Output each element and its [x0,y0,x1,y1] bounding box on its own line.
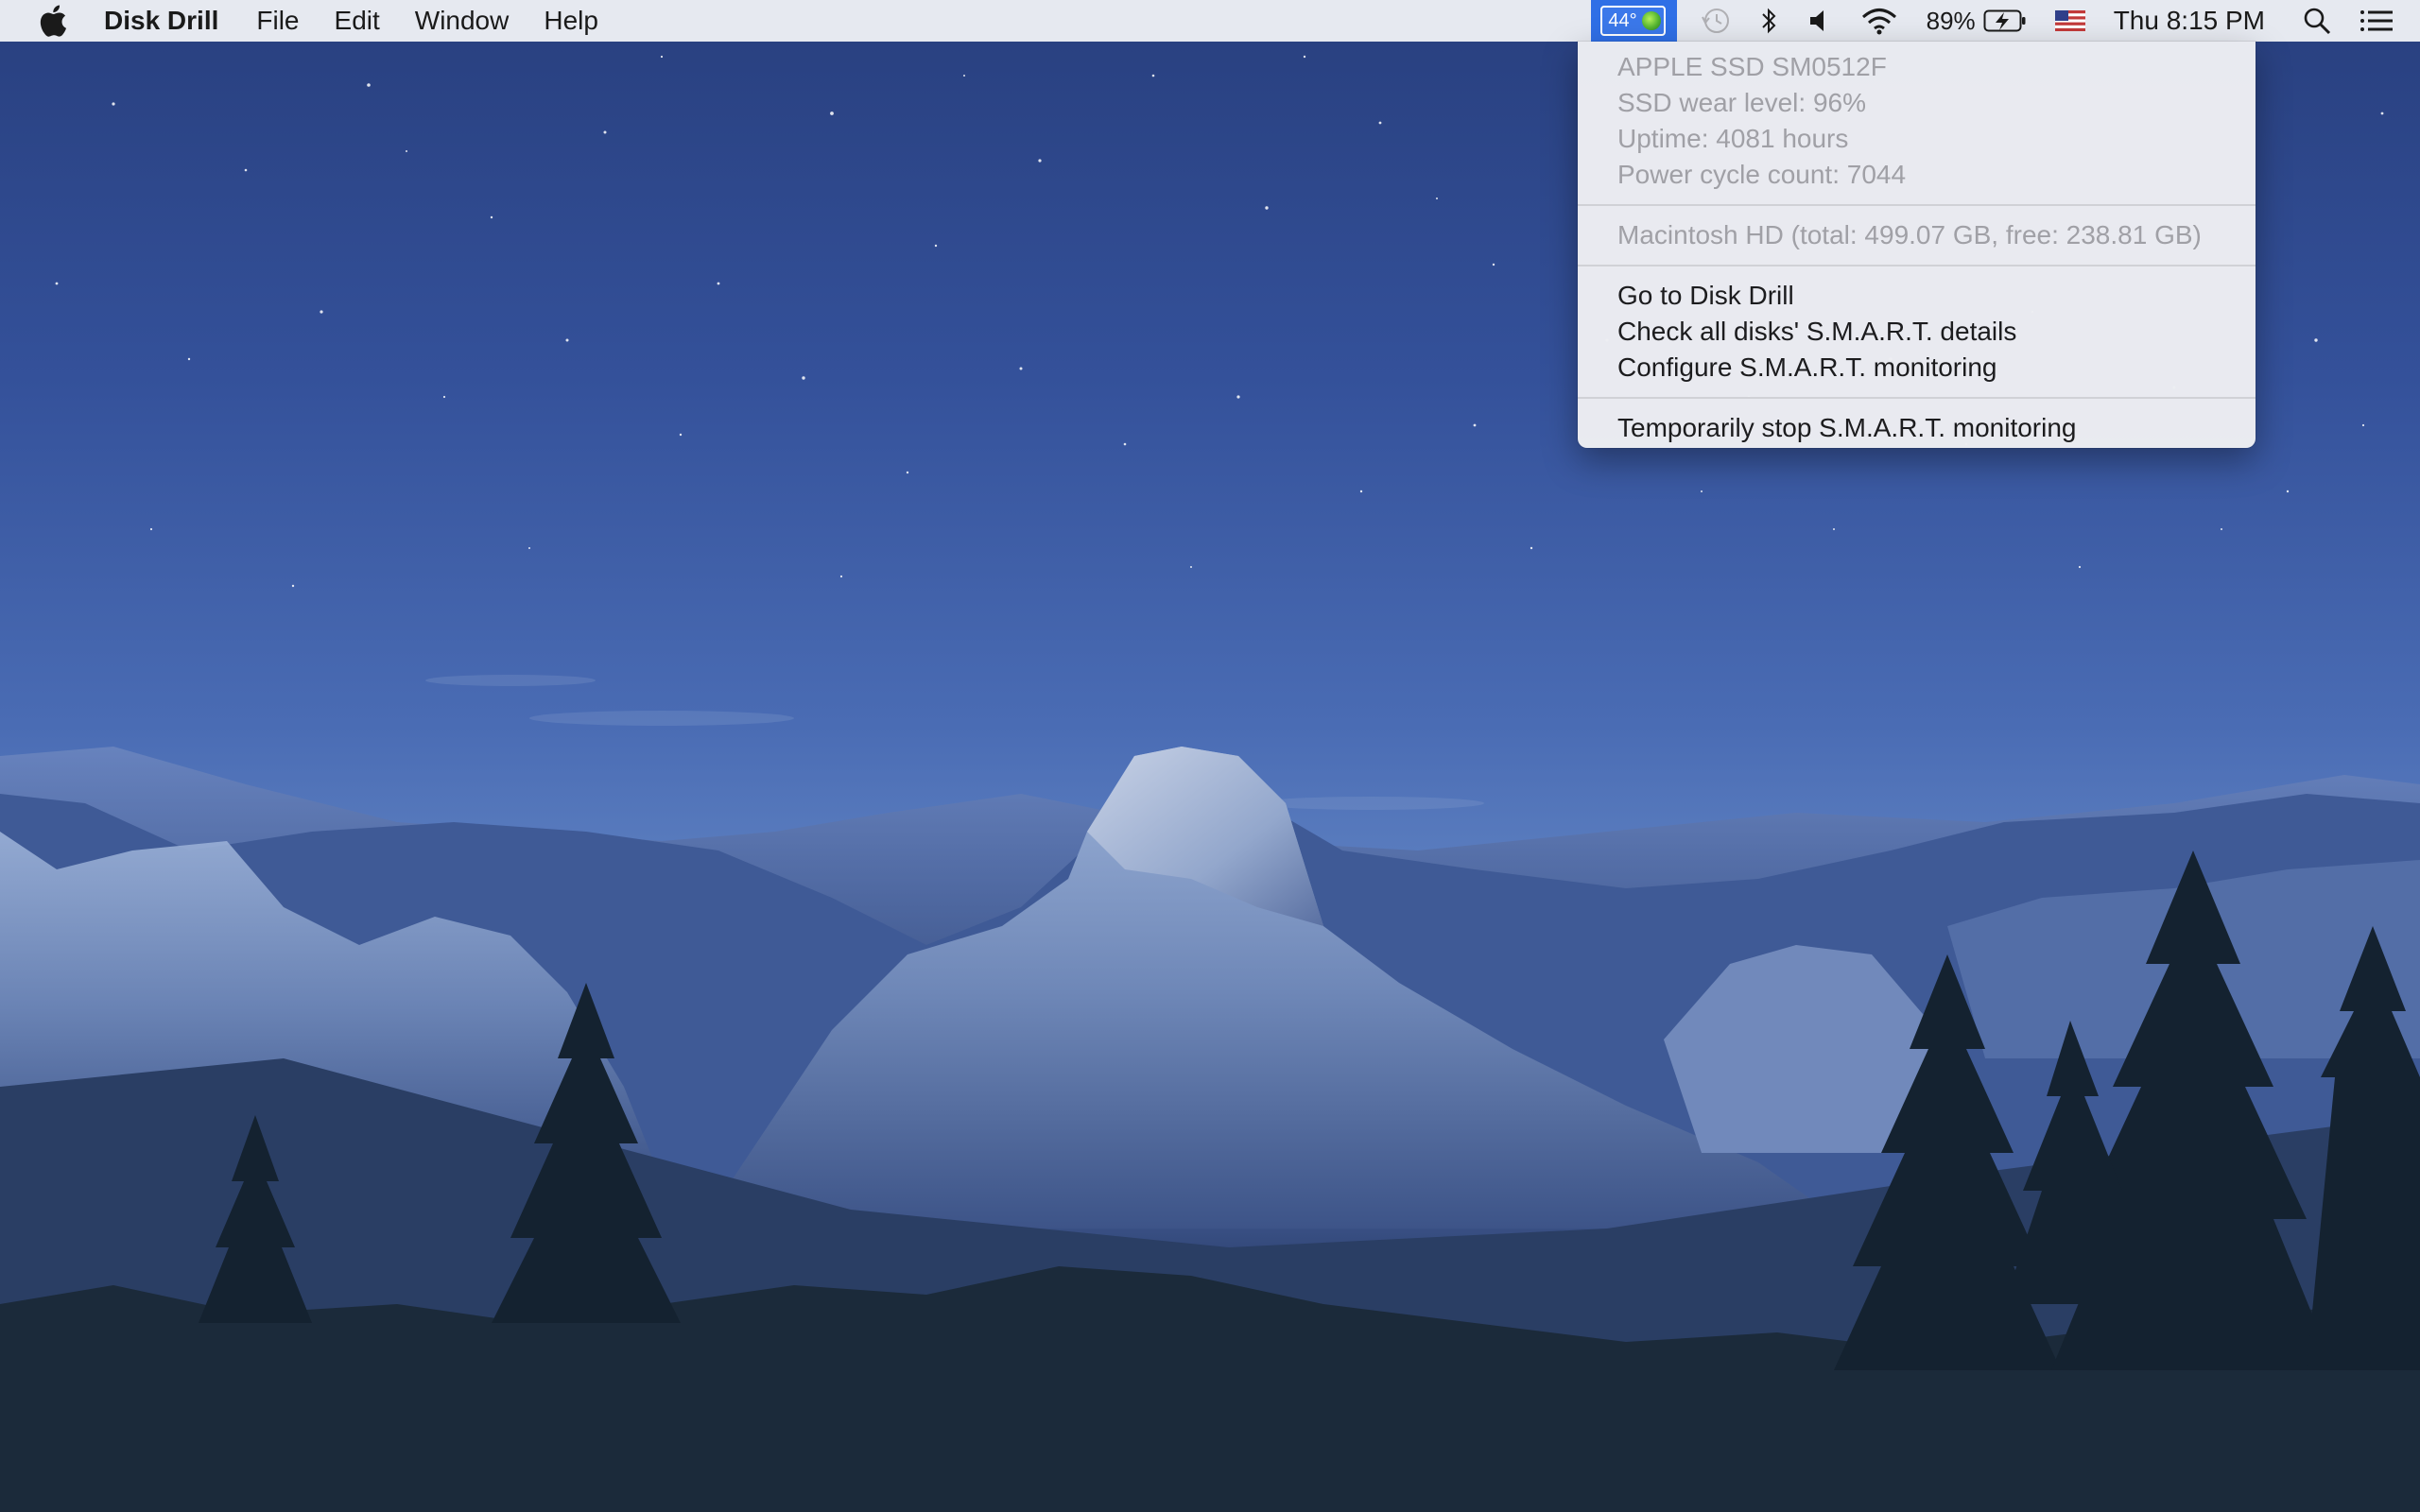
battery-charging-icon[interactable] [1983,0,2027,42]
wifi-icon[interactable] [1860,0,1898,42]
desktop: Disk Drill File Edit Window Help 44° 89%… [0,0,2420,1512]
menu-edit[interactable]: Edit [335,6,380,36]
check-smart-details-item[interactable]: Check all disks' S.M.A.R.T. details [1578,314,2256,350]
volume-icon[interactable] [1807,0,1832,42]
disk-health-icon [1641,11,1661,30]
bluetooth-icon[interactable] [1760,0,1779,42]
temperature-label: 44° [1608,9,1637,31]
menu-file[interactable]: File [256,6,299,36]
menu-separator [1578,397,2256,399]
temperature-badge: 44° [1600,6,1666,36]
volume-info: Macintosh HD (total: 499.07 GB, free: 23… [1617,220,2202,249]
menu-window[interactable]: Window [415,6,510,36]
disk-drill-smart-status-item[interactable]: 44° [1591,0,1677,42]
stop-smart-monitoring-item[interactable]: Temporarily stop S.M.A.R.T. monitoring [1578,410,2256,446]
uptime-info: Uptime: 4081 hours [1617,124,1849,153]
spotlight-search-icon[interactable] [2303,0,2331,42]
us-flag-icon[interactable] [2054,0,2085,42]
menu-separator [1578,204,2256,206]
battery-percent[interactable]: 89% [1927,7,1976,36]
app-menu-disk-drill[interactable]: Disk Drill [104,6,218,36]
notification-center-icon[interactable] [2360,0,2394,42]
apple-logo-icon[interactable] [34,0,72,42]
status-area: 44° 89% Thu 8:15 PM [1591,0,2420,42]
menu-bar: Disk Drill File Edit Window Help 44° 89%… [0,0,2420,42]
clock[interactable]: Thu 8:15 PM [2114,6,2265,36]
configure-smart-monitoring-item[interactable]: Configure S.M.A.R.T. monitoring [1578,350,2256,386]
time-machine-icon[interactable] [1700,0,1732,42]
go-to-disk-drill-item[interactable]: Go to Disk Drill [1578,278,2256,314]
menu-help[interactable]: Help [544,6,598,36]
ssd-wear-level-info: SSD wear level: 96% [1617,88,1867,117]
menu-separator [1578,265,2256,266]
power-cycle-count-info: Power cycle count: 7044 [1617,160,1907,189]
smart-monitoring-dropdown: APPLE SSD SM0512F SSD wear level: 96% Up… [1578,42,2256,448]
disk-model-info: APPLE SSD SM0512F [1617,52,1887,81]
